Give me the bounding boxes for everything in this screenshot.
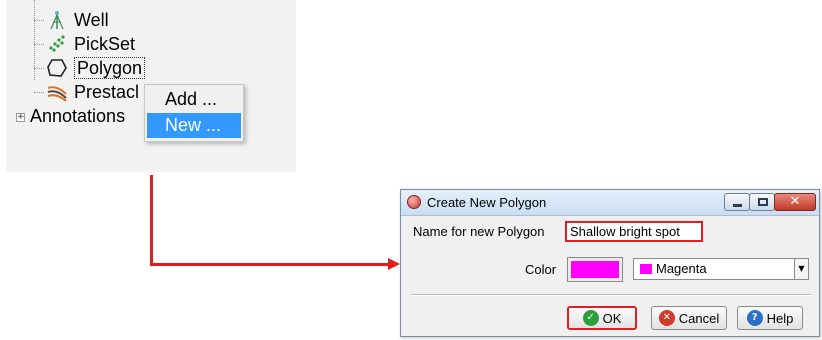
color-label: Color	[525, 262, 557, 277]
polygon-icon	[46, 57, 68, 79]
arrow-head-icon	[388, 258, 400, 270]
tree-item-well[interactable]: Well	[34, 8, 109, 32]
menu-item-new[interactable]: New ...	[147, 113, 241, 138]
tree-item-label: Well	[74, 10, 109, 30]
minimize-button[interactable]	[724, 193, 750, 211]
help-icon: ?	[746, 310, 763, 326]
tree-connector	[34, 19, 44, 21]
cancel-label: Cancel	[678, 310, 720, 326]
tree-item-polygon[interactable]: Polygon	[34, 56, 146, 80]
ok-label: OK	[602, 310, 622, 326]
app-icon	[407, 195, 421, 209]
menu-item-add[interactable]: Add ...	[147, 87, 241, 112]
expand-icon[interactable]: +	[16, 113, 25, 122]
polygon-name-input[interactable]	[565, 221, 703, 242]
tree-connector	[34, 67, 44, 69]
tree-item-annotations[interactable]: Annotations	[30, 104, 125, 128]
tree-connector	[34, 43, 44, 45]
color-swatch-button[interactable]	[567, 257, 623, 282]
chevron-down-icon[interactable]: ▼	[794, 259, 808, 279]
tree-connector	[34, 91, 44, 93]
dialog-title: Create New Polygon	[427, 195, 547, 210]
create-polygon-dialog: Create New Polygon ✕ Name for new Polygo…	[400, 189, 820, 337]
tree-item-label: Polygon	[74, 57, 146, 79]
arrow-line-vertical	[150, 175, 153, 265]
ok-button[interactable]: ✓ OK	[567, 306, 637, 330]
color-chip	[640, 264, 652, 274]
color-dropdown[interactable]: Magenta ▼	[633, 258, 809, 280]
help-label: Help	[766, 310, 794, 326]
cancel-button[interactable]: ✕ Cancel	[651, 306, 727, 330]
tree-item-prestack[interactable]: Prestacl	[34, 80, 139, 104]
color-swatch	[571, 261, 619, 278]
prestack-icon	[46, 81, 68, 103]
tree-item-label: Prestacl	[74, 82, 140, 102]
name-label: Name for new Polygon	[413, 224, 545, 239]
maximize-icon	[758, 198, 768, 206]
maximize-button[interactable]	[749, 193, 775, 211]
well-icon	[46, 9, 68, 31]
arrow-line-horizontal	[150, 263, 390, 266]
help-button[interactable]: ? Help	[737, 306, 803, 330]
close-button[interactable]: ✕	[774, 193, 816, 211]
tree-item-label: PickSet	[74, 34, 136, 54]
pickset-icon	[46, 33, 68, 55]
cancel-icon: ✕	[658, 310, 675, 326]
dialog-separator	[411, 294, 811, 296]
tree-item-pickset[interactable]: PickSet	[34, 32, 135, 56]
color-value: Magenta	[656, 261, 707, 276]
dialog-titlebar[interactable]: Create New Polygon ✕	[401, 190, 819, 216]
close-icon: ✕	[789, 194, 801, 209]
check-icon: ✓	[582, 310, 599, 326]
minimize-icon	[733, 204, 742, 207]
context-menu: Add ... New ...	[144, 84, 244, 142]
